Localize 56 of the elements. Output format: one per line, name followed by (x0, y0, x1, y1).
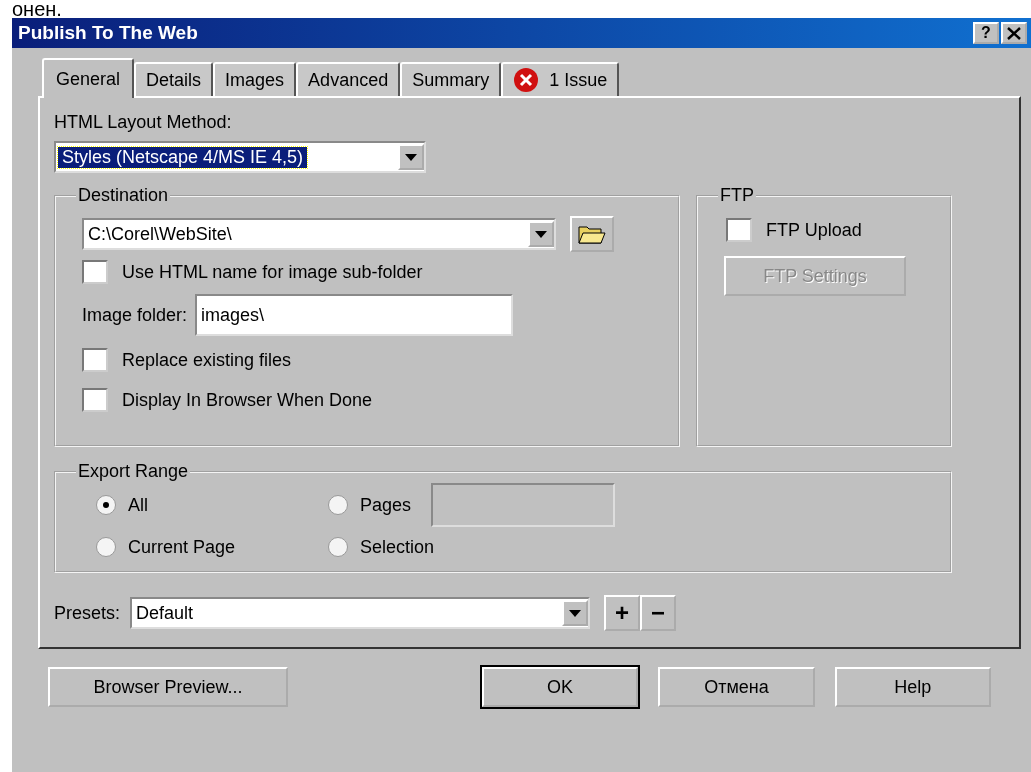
dialog-button[interactable]: Отмена (658, 667, 815, 707)
checkbox-label: FTP Upload (766, 219, 862, 241)
preset-button[interactable]: − (640, 595, 677, 631)
image-folder-input[interactable]: images\ (195, 294, 514, 336)
group-title: Export Range (77, 461, 190, 482)
checkbox[interactable] (726, 218, 752, 242)
field-label: HTML Layout Method: (54, 112, 233, 133)
field-label: Presets: (54, 602, 121, 624)
radio-label: All (128, 494, 148, 516)
folder-icon (578, 223, 606, 245)
error-icon (513, 67, 540, 93)
checkbox-label: Use HTML name for image sub-folder (122, 261, 423, 283)
layout-method-dropdown[interactable]: Styles (Netscape 4/MS IE 4,5) (54, 141, 426, 173)
dropdown-value: C:\Corel\WebSite\ (87, 223, 233, 245)
dropdown-arrow-icon (569, 609, 582, 617)
dropdown-value: Styles (Netscape 4/MS IE 4,5) (58, 146, 308, 168)
pages-input[interactable] (431, 483, 616, 527)
browse-folder-button[interactable] (570, 216, 614, 252)
dropdown-button[interactable] (398, 144, 424, 170)
tab[interactable]: Summary (400, 62, 502, 96)
field-label: Image folder: (82, 304, 188, 326)
radio-button[interactable] (96, 495, 116, 515)
dropdown-arrow-icon (405, 153, 417, 161)
checkbox[interactable] (82, 260, 108, 284)
checkbox-label: Replace existing files (122, 349, 292, 371)
dropdown-button[interactable] (528, 221, 554, 247)
close-button[interactable] (1001, 22, 1027, 44)
tab[interactable]: Advanced (296, 62, 401, 96)
radio-button[interactable] (328, 537, 348, 557)
checkbox-label: Display In Browser When Done (122, 389, 373, 411)
tab[interactable]: 1 Issue (501, 62, 620, 96)
checkbox[interactable] (82, 388, 108, 412)
tab[interactable]: General (42, 58, 135, 98)
dialog-button[interactable]: OK (481, 667, 639, 707)
radio-label: Current Page (128, 536, 236, 558)
group-title: FTP (719, 185, 755, 206)
presets-dropdown[interactable]: Default (130, 597, 591, 629)
close-icon (1007, 26, 1021, 40)
preset-button[interactable]: + (604, 595, 641, 631)
dropdown-value: Default (135, 602, 195, 624)
radio-button[interactable] (96, 537, 116, 557)
tab[interactable]: Images (213, 62, 297, 96)
dialog-button[interactable]: Help (834, 667, 991, 707)
tab[interactable]: Details (134, 62, 214, 96)
group-title: Destination (77, 185, 170, 206)
dialog-button[interactable]: Browser Preview... (48, 667, 288, 707)
checkbox[interactable] (82, 348, 108, 372)
radio-label: Selection (360, 536, 435, 558)
cut-off-heading: онен. (11, 0, 62, 18)
dropdown-button[interactable] (562, 600, 589, 626)
dropdown-arrow-icon (535, 230, 547, 238)
help-button[interactable]: ? (973, 22, 999, 44)
radio-label: Pages (360, 494, 412, 516)
radio-button[interactable] (328, 495, 348, 515)
destination-dropdown[interactable]: C:\Corel\WebSite\ (82, 218, 556, 250)
window-title: Publish To The Web (18, 22, 199, 44)
